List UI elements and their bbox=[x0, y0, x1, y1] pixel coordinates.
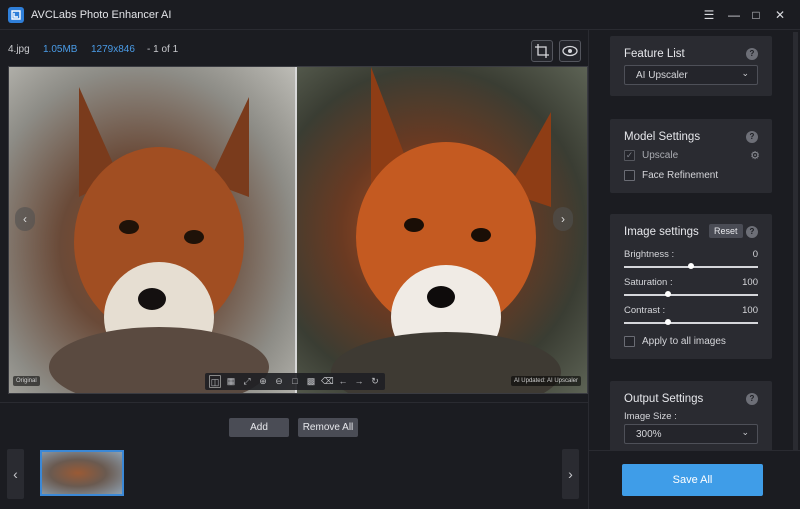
minimize-icon[interactable]: — bbox=[725, 6, 743, 24]
upscale-checkbox[interactable]: ✓ bbox=[624, 150, 635, 161]
prev-image-arrow[interactable]: ‹ bbox=[15, 207, 35, 231]
fox-original-illustration bbox=[49, 87, 269, 393]
fullscreen-icon[interactable]: ⤢ bbox=[241, 375, 253, 388]
image-size-select[interactable]: 300% ⌄ bbox=[624, 424, 758, 444]
image-toolbar: ◫ ▦ ⤢ ⊕ ⊖ □ ▩ ⌫ ← → ↻ bbox=[205, 373, 385, 390]
crop-small-icon[interactable]: □ bbox=[289, 375, 301, 388]
brightness-value: 0 bbox=[752, 249, 758, 260]
help-icon[interactable]: ? bbox=[746, 226, 758, 238]
contrast-label: Contrast : bbox=[624, 305, 666, 316]
feature-list-title: Feature List bbox=[624, 48, 685, 60]
image-size-label: Image Size : bbox=[624, 411, 677, 422]
undo-icon[interactable]: ← bbox=[337, 375, 349, 388]
fox-enhanced-illustration bbox=[331, 67, 561, 393]
brightness-label: Brightness : bbox=[624, 249, 675, 260]
thumbnail-item[interactable] bbox=[40, 450, 124, 496]
contrast-slider[interactable] bbox=[624, 319, 758, 325]
ai-updated-label: AI Updated: AI Upscaler bbox=[510, 376, 581, 386]
brightness-slider-knob[interactable] bbox=[688, 263, 694, 269]
upscale-label: Upscale bbox=[642, 150, 679, 161]
apply-all-label: Apply to all images bbox=[642, 336, 726, 347]
page-indicator: - 1 of 1 bbox=[147, 44, 179, 55]
compare-icon[interactable]: ◫ bbox=[209, 375, 221, 388]
image-settings-card: Image settings Reset ? Brightness : 0 Sa… bbox=[610, 214, 772, 359]
save-footer: Save All bbox=[589, 450, 800, 509]
next-image-arrow[interactable]: › bbox=[553, 207, 573, 231]
crop-icon bbox=[535, 44, 549, 58]
file-size: 1.05MB bbox=[43, 44, 78, 55]
save-all-button[interactable]: Save All bbox=[622, 464, 763, 496]
original-label: Original bbox=[13, 376, 40, 386]
enhanced-image bbox=[296, 67, 587, 393]
saturation-value: 100 bbox=[742, 277, 758, 288]
zoom-out-icon[interactable]: ⊖ bbox=[273, 375, 285, 388]
zoom-in-icon[interactable]: ⊕ bbox=[257, 375, 269, 388]
thumbnail-bar: Add Remove All ‹ › bbox=[0, 402, 588, 509]
eye-icon bbox=[562, 45, 578, 57]
settings-panel: Feature List ? AI Upscaler ⌄ Model Setti… bbox=[588, 30, 800, 509]
feature-list-card: Feature List ? AI Upscaler ⌄ bbox=[610, 36, 772, 96]
delete-icon[interactable]: ⌫ bbox=[321, 375, 334, 388]
title-bar: AVCLabs Photo Enhancer AI ☰ — □ ✕ bbox=[0, 0, 800, 30]
hamburger-icon[interactable]: ☰ bbox=[700, 6, 718, 24]
chevron-down-icon: ⌄ bbox=[741, 68, 749, 78]
help-icon[interactable]: ? bbox=[746, 393, 758, 405]
settings-scrollbar[interactable] bbox=[793, 32, 798, 452]
contrast-value: 100 bbox=[742, 305, 758, 316]
close-icon[interactable]: ✕ bbox=[771, 6, 789, 24]
face-refinement-checkbox[interactable] bbox=[624, 170, 635, 181]
thumbs-prev-arrow[interactable]: ‹ bbox=[7, 449, 24, 499]
preview-toggle-button[interactable] bbox=[559, 40, 581, 62]
feature-select-value: AI Upscaler bbox=[636, 70, 688, 81]
app-logo-icon bbox=[8, 7, 24, 23]
image-settings-title: Image settings bbox=[624, 226, 699, 238]
saturation-slider-knob[interactable] bbox=[665, 291, 672, 297]
add-button[interactable]: Add bbox=[229, 418, 289, 437]
redo-icon[interactable]: → bbox=[353, 375, 365, 388]
file-name: 4.jpg bbox=[8, 44, 30, 55]
workspace: 4.jpg 1.05MB 1279x846 - 1 of 1 ‹ › Origi… bbox=[0, 30, 588, 509]
model-settings-title: Model Settings bbox=[624, 131, 701, 143]
maximize-icon[interactable]: □ bbox=[747, 6, 765, 24]
help-icon[interactable]: ? bbox=[746, 48, 758, 60]
save-icon[interactable]: ▩ bbox=[305, 375, 317, 388]
image-size-value: 300% bbox=[636, 429, 662, 440]
original-image bbox=[9, 67, 295, 393]
crop-button[interactable] bbox=[531, 40, 553, 62]
compare-divider[interactable] bbox=[295, 67, 297, 393]
face-refinement-label: Face Refinement bbox=[642, 170, 719, 181]
remove-all-button[interactable]: Remove All bbox=[298, 418, 358, 437]
contrast-slider-knob[interactable] bbox=[665, 319, 672, 325]
app-title: AVCLabs Photo Enhancer AI bbox=[31, 9, 172, 21]
saturation-label: Saturation : bbox=[624, 277, 673, 288]
saturation-slider[interactable] bbox=[624, 291, 758, 297]
upscale-settings-gear-icon[interactable]: ⚙ bbox=[750, 149, 760, 162]
split-view-icon[interactable]: ▦ bbox=[225, 375, 237, 388]
output-settings-title: Output Settings bbox=[624, 393, 704, 405]
model-settings-card: Model Settings ? ✓ Upscale ⚙ Face Refine… bbox=[610, 119, 772, 193]
file-info-bar: 4.jpg 1.05MB 1279x846 - 1 of 1 bbox=[0, 30, 588, 66]
brightness-slider[interactable] bbox=[624, 263, 758, 269]
thumbs-next-arrow[interactable]: › bbox=[562, 449, 579, 499]
file-dimensions: 1279x846 bbox=[91, 44, 135, 55]
chevron-down-icon: ⌄ bbox=[741, 427, 749, 437]
rotate-icon[interactable]: ↻ bbox=[369, 375, 381, 388]
reset-button[interactable]: Reset bbox=[709, 224, 743, 238]
apply-all-checkbox[interactable] bbox=[624, 336, 635, 347]
image-viewer[interactable]: ‹ › Original AI Updated: AI Upscaler ◫ ▦… bbox=[8, 66, 588, 394]
feature-select[interactable]: AI Upscaler ⌄ bbox=[624, 65, 758, 85]
help-icon[interactable]: ? bbox=[746, 131, 758, 143]
